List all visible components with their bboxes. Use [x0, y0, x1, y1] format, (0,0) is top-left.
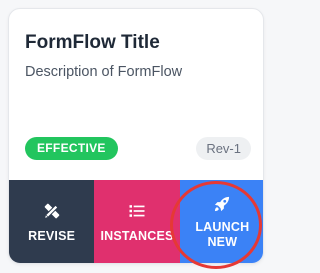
instances-label: INSTANCES [100, 228, 174, 243]
list-icon [129, 204, 145, 217]
status-badge: EFFECTIVE [25, 137, 118, 160]
revise-button[interactable]: REVISE [9, 180, 95, 263]
card-title: FormFlow Title [25, 32, 160, 53]
launch-new-button[interactable]: LAUNCH NEW [179, 180, 263, 263]
revise-label: REVISE [28, 228, 76, 243]
formflow-card: FormFlow Title Description of FormFlow E… [8, 8, 264, 264]
revision-badge: Rev-1 [196, 137, 251, 160]
action-bar: REVISE INSTANCES LAUNCH NEW [9, 180, 263, 263]
instances-button[interactable]: INSTANCES [94, 180, 180, 263]
launch-label-line1: LAUNCH [195, 219, 250, 234]
card-description: Description of FormFlow [25, 64, 183, 80]
launch-label-line2: NEW [207, 234, 238, 249]
pencil-ruler-icon [43, 203, 59, 219]
rocket-icon [215, 196, 230, 211]
